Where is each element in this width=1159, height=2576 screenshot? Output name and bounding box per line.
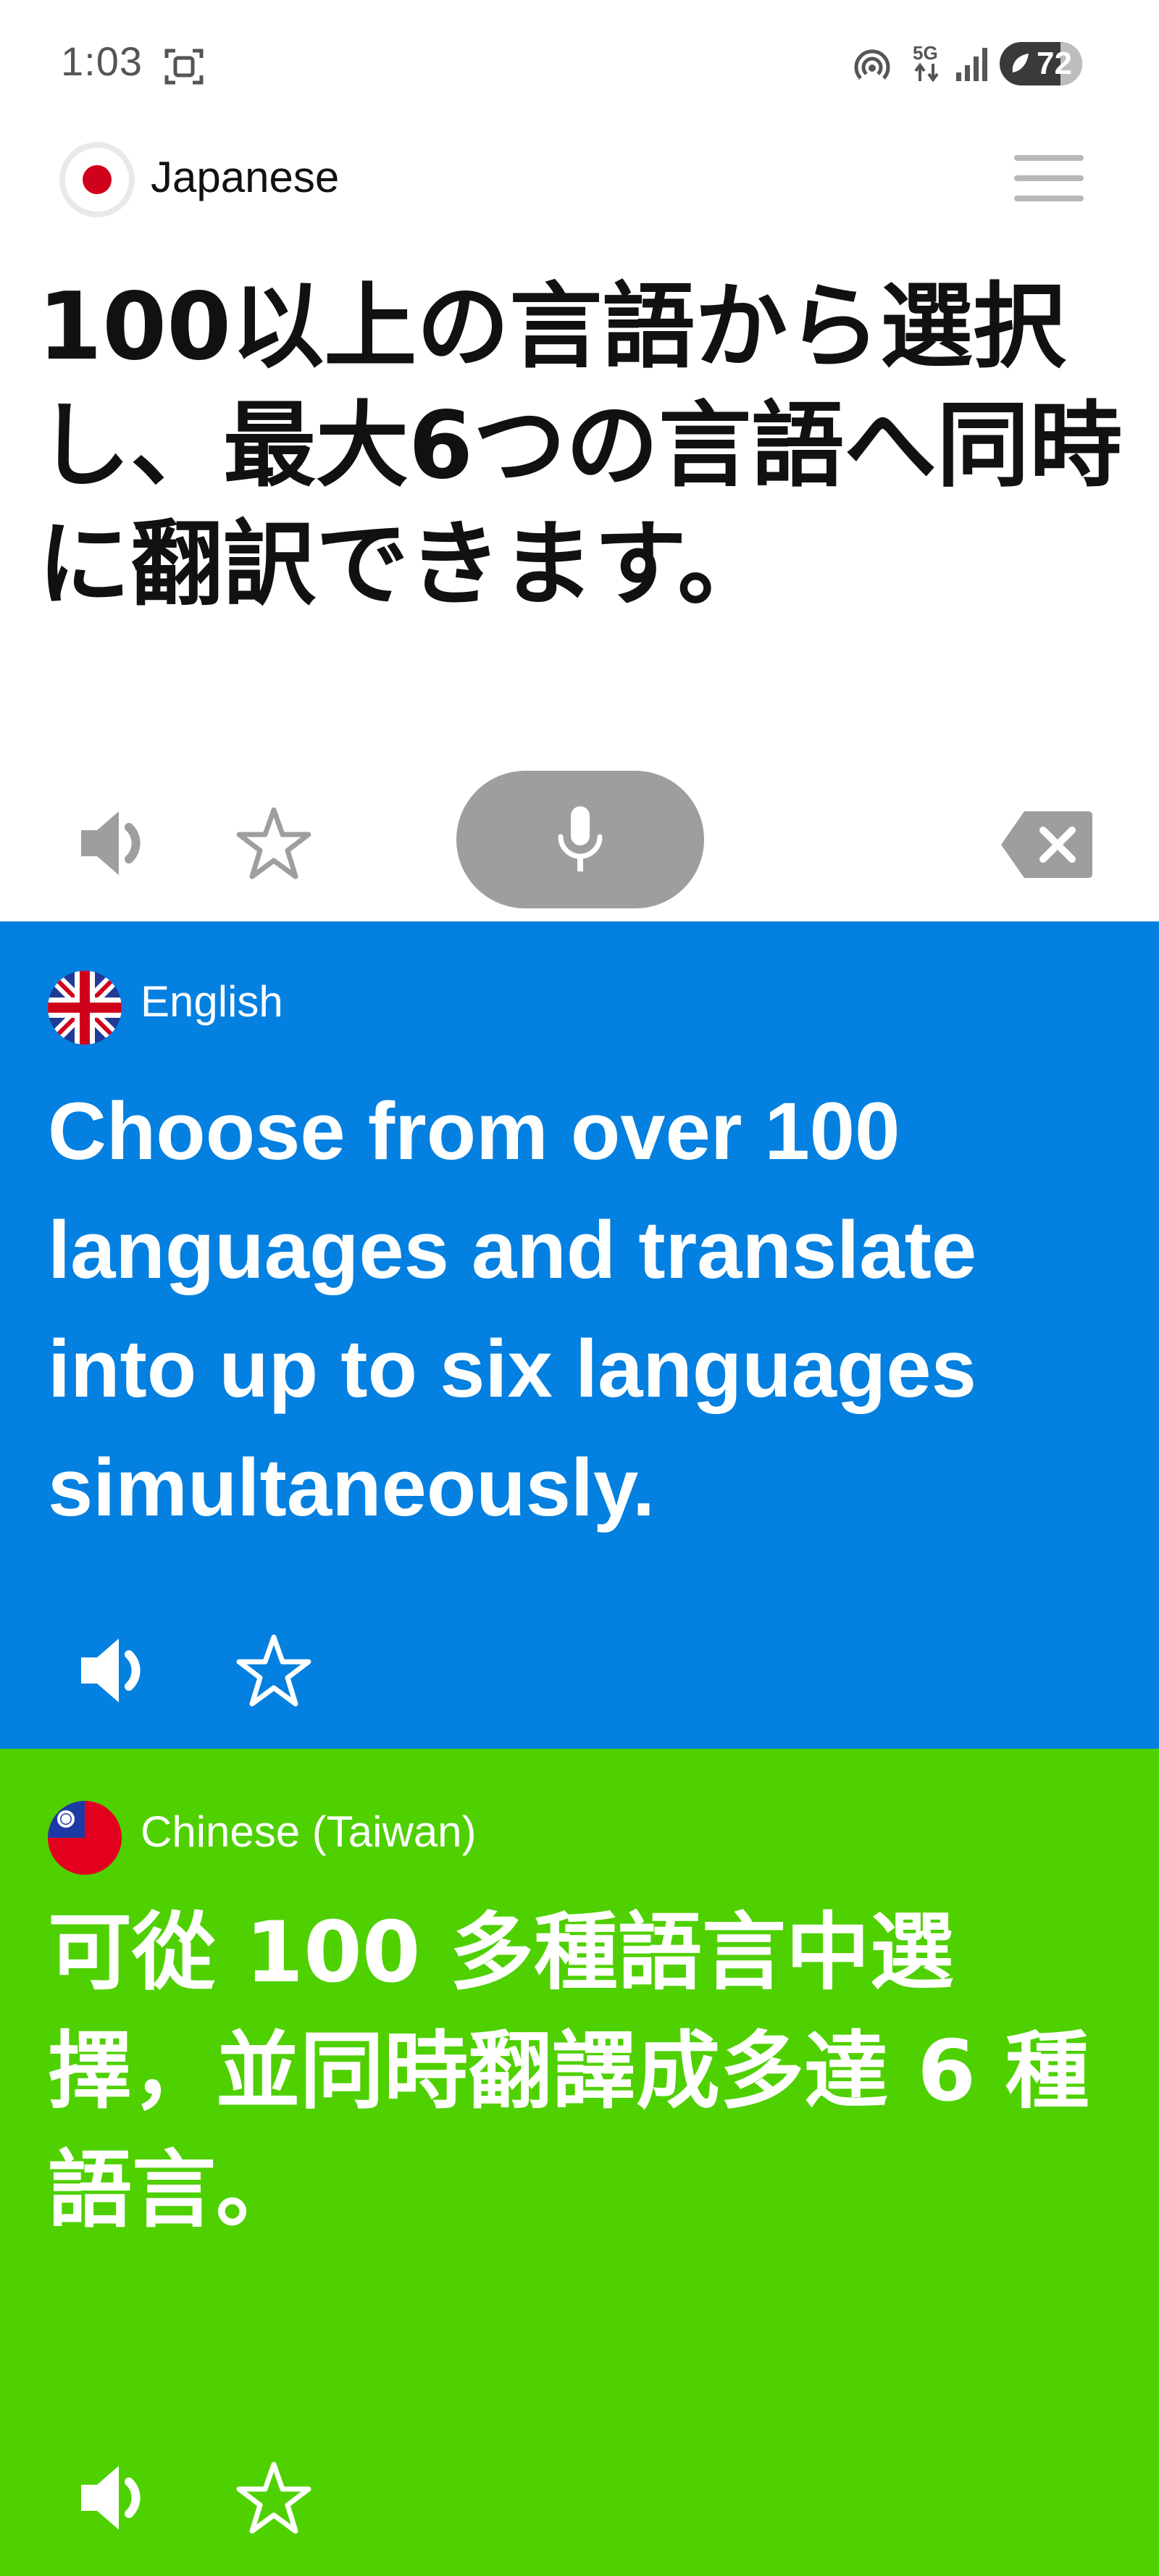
battery-indicator: 72 <box>1000 42 1082 85</box>
speaker-icon[interactable] <box>78 806 155 881</box>
status-bar: 1:03 5G 72 <box>0 0 1159 130</box>
star-icon[interactable] <box>236 2462 311 2534</box>
translation-panel-chinese-taiwan: Chinese (Taiwan) 可從 100 多種語言中選擇，並同時翻譯成多達… <box>0 1749 1159 2576</box>
speaker-icon[interactable] <box>78 2460 155 2535</box>
japan-flag-icon[interactable] <box>59 142 135 217</box>
screenshot-icon <box>164 49 204 85</box>
microphone-button[interactable] <box>456 771 704 908</box>
signal-strength-icon <box>956 48 987 81</box>
source-text[interactable]: 100以上の言語から選択し、最大6つの言語へ同時に翻訳できます。 <box>38 268 1139 624</box>
translation-language-label[interactable]: English <box>141 977 283 1026</box>
translation-text[interactable]: 可從 100 多種語言中選擇，並同時翻譯成多達 6 種語言。 <box>48 1894 1120 2250</box>
backspace-icon[interactable] <box>1000 810 1094 879</box>
speaker-icon[interactable] <box>78 1633 155 1708</box>
translation-text[interactable]: Choose from over 100 languages and trans… <box>48 1072 1120 1547</box>
translator-screen: 1:03 5G 72 Japanese 100以上の言語から選択し、最大6つの言… <box>0 0 1159 2576</box>
translation-panel-english: English Choose from over 100 languages a… <box>0 921 1159 1749</box>
hotspot-icon <box>854 49 890 80</box>
star-icon[interactable] <box>236 807 311 879</box>
star-icon[interactable] <box>236 1634 311 1707</box>
network-type-icon: 5G <box>913 43 942 85</box>
translation-language-label[interactable]: Chinese (Taiwan) <box>141 1807 477 1857</box>
charging-icon <box>1012 54 1029 72</box>
microphone-icon <box>558 806 603 871</box>
hamburger-menu-icon[interactable] <box>1014 155 1084 206</box>
battery-level: 72 <box>1037 46 1072 81</box>
taiwan-flag-icon <box>48 1801 122 1875</box>
source-language-label[interactable]: Japanese <box>151 152 339 202</box>
uk-flag-icon <box>48 971 122 1045</box>
status-time: 1:03 <box>61 38 143 84</box>
